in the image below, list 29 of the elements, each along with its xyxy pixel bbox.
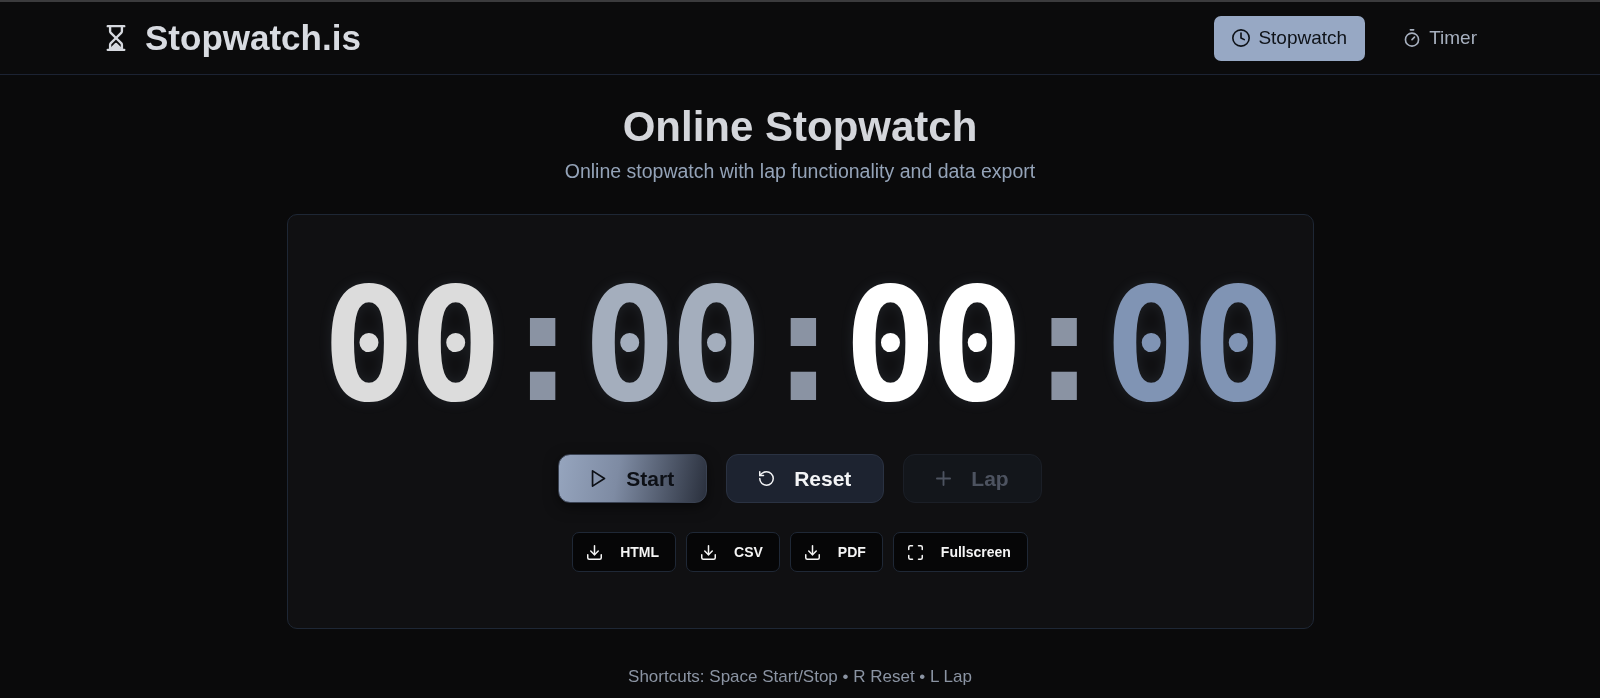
export-button[interactable]: PDF <box>789 532 883 572</box>
hourglass-icon <box>104 25 128 51</box>
shortcuts-hint: Shortcuts: Space Start/Stop • R Reset • L Lap <box>628 667 972 687</box>
logo-text[interactable]: Stopwatch.is <box>145 17 361 59</box>
download-icon <box>587 544 603 560</box>
download-icon <box>804 544 820 560</box>
clock-icon <box>1232 29 1251 47</box>
time-digits: 00 <box>843 266 1018 426</box>
time-separator: : <box>756 266 844 426</box>
circular-arrow-icon <box>759 470 775 487</box>
start-button[interactable]: Start <box>558 454 708 503</box>
stopwatch-icon <box>1403 29 1422 47</box>
download-icon <box>701 544 717 560</box>
plus-icon <box>936 470 952 487</box>
fullscreen-button[interactable]: Fullscreen <box>892 532 1028 572</box>
fullscreen-icon <box>907 544 923 560</box>
reset-button[interactable]: Reset <box>726 454 885 503</box>
page-title: Online Stopwatch <box>622 103 978 151</box>
page-subtitle: Online stopwatch with lap functionality and data export <box>564 159 1036 183</box>
export-button[interactable]: CSV <box>686 532 780 572</box>
time-digits: 00 <box>1104 266 1279 426</box>
time-separator: : <box>495 266 583 426</box>
time-digits: 00 <box>321 266 496 426</box>
export-button[interactable]: HTML <box>572 532 677 572</box>
time-digits: 00 <box>582 266 757 426</box>
nav-tab[interactable]: Timer <box>1385 15 1495 61</box>
play-icon <box>591 470 607 487</box>
time-separator: : <box>1017 266 1105 426</box>
nav-tab[interactable]: Stopwatch <box>1214 15 1366 61</box>
